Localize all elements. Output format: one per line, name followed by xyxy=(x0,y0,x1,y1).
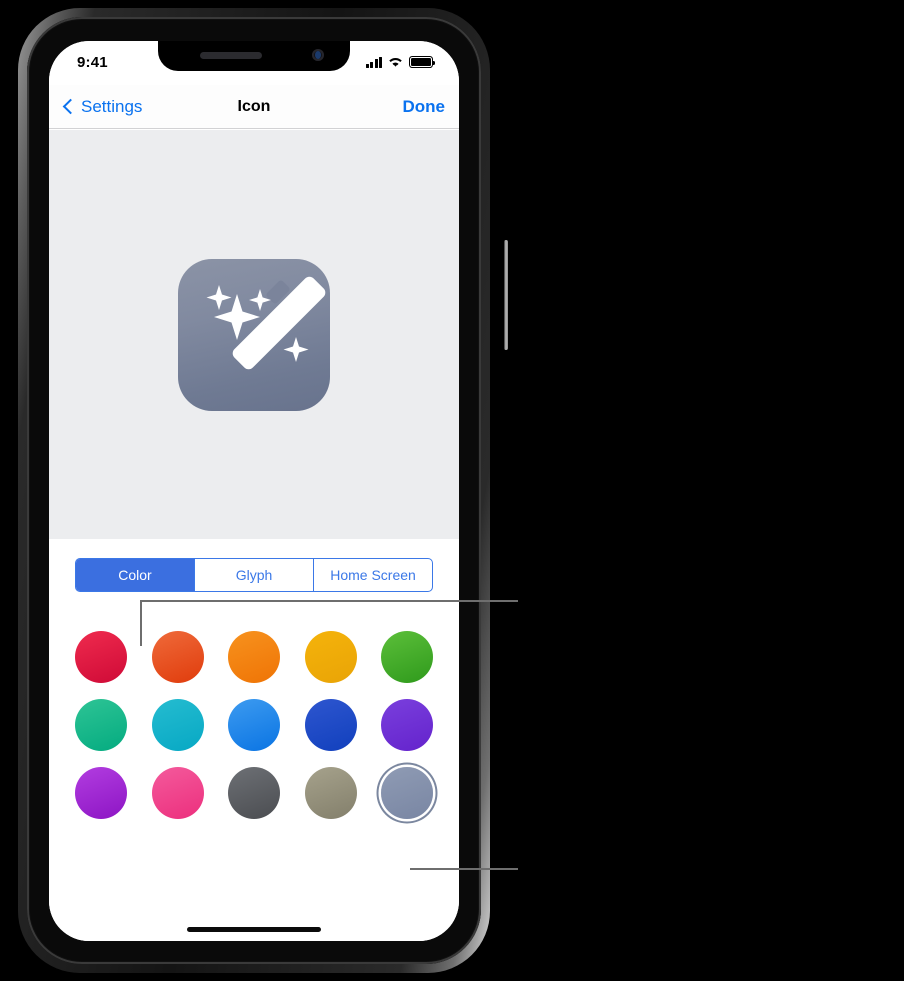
segmented-control[interactable]: Color Glyph Home Screen xyxy=(75,558,433,592)
front-camera-icon xyxy=(312,49,324,61)
wifi-icon xyxy=(389,58,402,67)
callout-segmented-control-horizontal xyxy=(140,600,518,602)
color-row xyxy=(75,767,433,819)
magic-wand-app-icon xyxy=(178,258,330,411)
segment-color[interactable]: Color xyxy=(76,559,194,591)
status-bar-time: 9:41 xyxy=(77,53,108,71)
color-swatch-magenta[interactable] xyxy=(75,767,127,819)
color-swatch-red-orange[interactable] xyxy=(151,631,204,683)
segment-glyph[interactable]: Glyph xyxy=(194,559,313,591)
color-swatch-dark-gray[interactable] xyxy=(228,767,280,819)
color-swatch-slate-blue-selected[interactable] xyxy=(381,767,433,819)
color-row xyxy=(75,631,433,683)
back-button[interactable]: Settings xyxy=(62,96,143,117)
home-indicator[interactable] xyxy=(187,927,321,932)
navigation-bar: Settings Icon Done xyxy=(49,85,459,129)
device-bezel: 9:41 Settings Icon Done Color Glyph Home… xyxy=(27,17,481,964)
screenshot-stage: 9:41 Settings Icon Done Color Glyph Home… xyxy=(0,0,904,981)
color-swatch-light-blue[interactable] xyxy=(228,699,280,751)
magic-wand-sparkles-icon xyxy=(206,276,326,369)
color-swatch-violet[interactable] xyxy=(381,699,433,751)
done-button[interactable]: Done xyxy=(403,97,446,117)
segment-home-screen[interactable]: Home Screen xyxy=(313,559,432,591)
color-swatch-blue[interactable] xyxy=(304,699,357,751)
color-swatch-taupe[interactable] xyxy=(304,767,357,819)
battery-icon xyxy=(409,56,436,68)
color-swatch-teal-green[interactable] xyxy=(75,699,127,751)
iphone-device-frame: 9:41 Settings Icon Done Color Glyph Home… xyxy=(18,8,508,973)
color-swatch-green[interactable] xyxy=(381,631,433,683)
back-button-label: Settings xyxy=(81,96,143,116)
color-swatch-red[interactable] xyxy=(75,631,127,683)
color-swatch-amber[interactable] xyxy=(304,631,357,683)
color-row xyxy=(75,699,433,751)
color-swatch-orange[interactable] xyxy=(228,631,280,683)
color-swatch-pink[interactable] xyxy=(151,767,204,819)
color-picker-grid xyxy=(49,611,459,941)
callout-segmented-control-vertical xyxy=(140,600,142,646)
power-button[interactable] xyxy=(504,240,508,350)
notch xyxy=(158,41,350,71)
icon-preview-area xyxy=(49,130,459,539)
color-swatch-cyan[interactable] xyxy=(151,699,204,751)
callout-selected-color-horizontal xyxy=(410,868,518,870)
status-bar-indicators xyxy=(365,56,436,68)
chevron-left-icon xyxy=(62,98,79,115)
earpiece-speaker-icon xyxy=(200,52,262,59)
signal-bars-icon xyxy=(365,56,382,68)
device-screen: 9:41 Settings Icon Done Color Glyph Home… xyxy=(49,41,459,941)
